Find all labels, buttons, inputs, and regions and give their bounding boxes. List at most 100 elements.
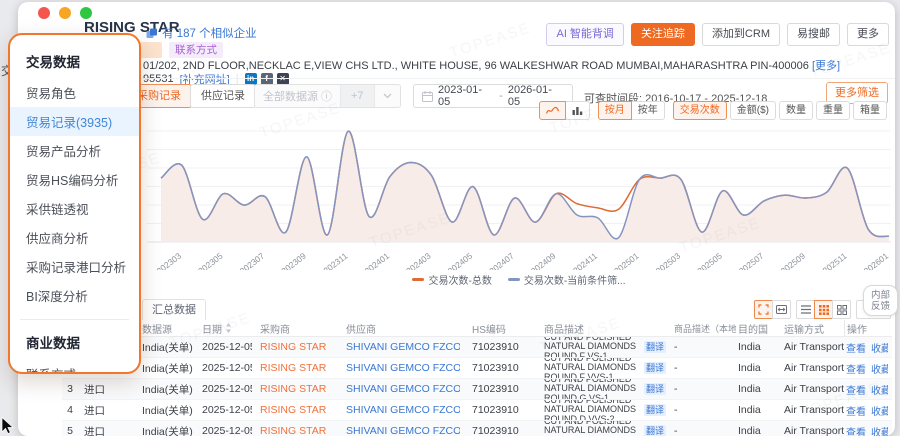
cell-desc: CUT AND POLISHED NATURAL DIAMONDS ROUND … — [538, 379, 666, 399]
svg-text:202507: 202507 — [737, 251, 766, 270]
sidebar-item-BI深度分析[interactable]: BI深度分析 — [10, 281, 139, 310]
cell-desc: CUT AND POLISHED NATURAL DIAMONDS ROUND … — [538, 358, 666, 378]
svg-text:202511: 202511 — [821, 251, 849, 270]
table-header-row: 数据源日期采购商供应商HS编码商品描述商品描述（本地语）目的国运输方式操作 — [62, 320, 892, 337]
table-row: 3进口India(关单)2025-12-05RISING STARSHIVANI… — [62, 379, 892, 400]
fit-width-icon[interactable] — [772, 300, 791, 319]
expand-view-icon[interactable] — [754, 300, 773, 319]
cell-buyer[interactable]: RISING STAR — [252, 400, 334, 420]
menu-section-title: 交易数据 — [10, 41, 139, 78]
chart-legend: 交易次数-总数 交易次数-当前条件筛... — [143, 272, 895, 287]
period-tab-按月[interactable]: 按月 — [598, 101, 632, 120]
window-controls — [38, 7, 92, 19]
view-link[interactable]: 查看 — [846, 340, 866, 355]
cell-num: 5 — [62, 421, 78, 436]
favorite-link[interactable]: 收藏 — [871, 340, 888, 355]
column-header-local: 商品描述（本地语） — [666, 320, 736, 336]
cell-supplier[interactable]: SHIVANI GEMCO FZCO — [334, 421, 460, 436]
view-link[interactable]: 查看 — [846, 403, 866, 418]
cell-hs: 71023910 — [460, 379, 538, 399]
header-action-AI 智能背调[interactable]: AI 智能背调 — [546, 23, 623, 46]
cell-source: India(关单) — [134, 421, 196, 436]
cell-local: - — [666, 358, 736, 378]
trend-chart: 2023032023052023072023092023112024012024… — [143, 118, 895, 270]
header-action-更多[interactable]: 更多 — [847, 23, 889, 46]
favorite-link[interactable]: 收藏 — [871, 424, 888, 436]
watermark-text: TOPEASE — [447, 19, 533, 61]
metric-tab-交易次数[interactable]: 交易次数 — [673, 101, 727, 120]
tab-supply-records[interactable]: 供应记录 — [190, 84, 256, 108]
sidebar-item-贸易记录(3935)[interactable]: 贸易记录(3935) — [10, 107, 139, 136]
cell-buyer[interactable]: RISING STAR — [252, 379, 334, 399]
list-view-icon[interactable] — [796, 300, 815, 319]
translate-link[interactable]: 翻译 — [644, 341, 666, 353]
header-action-易搜邮[interactable]: 易搜邮 — [787, 23, 840, 46]
favorite-link[interactable]: 收藏 — [871, 382, 888, 397]
cell-transport: Air Transport — [780, 400, 844, 420]
table-row: 5进口India(关单)2025-12-05RISING STARSHIVANI… — [62, 421, 892, 436]
similar-companies-link[interactable]: 有 187 个相似企业 — [146, 25, 257, 41]
cell-buyer[interactable]: RISING STAR — [252, 358, 334, 378]
cell-desc: CUT AND POLISHED NATURAL DIAMONDS ROUND … — [538, 337, 666, 357]
column-header-desc: 商品描述 — [538, 320, 666, 336]
favorite-link[interactable]: 收藏 — [871, 361, 888, 376]
view-link[interactable]: 查看 — [846, 424, 866, 436]
header-action-关注追踪[interactable]: 关注追踪 — [631, 23, 695, 46]
cell-date: 2025-12-05 — [196, 400, 252, 420]
internal-feedback-badge[interactable]: 内部 反馈 — [863, 285, 898, 316]
cell-dest: India — [736, 421, 780, 436]
translate-link[interactable]: 翻译 — [644, 362, 666, 374]
cell-type: 进口 — [78, 421, 134, 436]
sidebar-item-采购记录港口分析[interactable]: 采购记录港口分析 — [10, 252, 139, 281]
cell-supplier[interactable]: SHIVANI GEMCO FZCO — [334, 400, 460, 420]
cell-num: 4 — [62, 400, 78, 420]
sidebar-item-供应商分析[interactable]: 供应商分析 — [10, 223, 139, 252]
dense-grid-view-icon[interactable] — [814, 300, 833, 319]
translate-link[interactable]: 翻译 — [644, 425, 666, 436]
cell-local: - — [666, 421, 736, 436]
sidebar-item-采供链透视[interactable]: 采供链透视 — [10, 194, 139, 223]
column-header-supplier: 供应商 — [334, 320, 460, 336]
datasource-select[interactable]: 全部数据源ⓘ +7 — [254, 84, 401, 108]
mouse-cursor — [1, 417, 15, 435]
cell-buyer[interactable]: RISING STAR — [252, 421, 334, 436]
close-window-icon[interactable] — [38, 7, 50, 19]
cell-source: India(关单) — [134, 358, 196, 378]
cell-buyer[interactable]: RISING STAR — [252, 337, 334, 357]
sidebar-item-联系方式[interactable]: 联系方式 — [10, 359, 139, 374]
company-tags: 联系方式 — [136, 42, 223, 58]
favorite-link[interactable]: 收藏 — [871, 403, 888, 418]
cell-dest: India — [736, 379, 780, 399]
menu-divider — [20, 319, 129, 320]
header-divider — [18, 78, 895, 79]
sidebar-item-贸易产品分析[interactable]: 贸易产品分析 — [10, 136, 139, 165]
minimize-window-icon[interactable] — [59, 7, 71, 19]
cell-type: 进口 — [78, 400, 134, 420]
cell-local: - — [666, 400, 736, 420]
legend-item[interactable]: 交易次数-当前条件筛... — [508, 272, 626, 287]
sidebar-item-贸易角色[interactable]: 贸易角色 — [10, 78, 139, 107]
header-action-添加到CRM[interactable]: 添加到CRM — [702, 23, 780, 46]
line-chart-icon[interactable] — [539, 101, 566, 120]
address-more-link[interactable]: [更多] — [812, 60, 840, 72]
translate-link[interactable]: 翻译 — [644, 383, 666, 395]
tab-summary-data[interactable]: 汇总数据 — [142, 299, 206, 321]
app-window: TOPEASETOPEASETOPEASETOPEASETOPEASETOPEA… — [18, 2, 895, 436]
cell-supplier[interactable]: SHIVANI GEMCO FZCO — [334, 379, 460, 399]
cell-num: 3 — [62, 379, 78, 399]
legend-item[interactable]: 交易次数-总数 — [412, 272, 491, 287]
cell-supplier[interactable]: SHIVANI GEMCO FZCO — [334, 337, 460, 357]
cell-transport: Air Transport — [780, 421, 844, 436]
svg-text:202411: 202411 — [571, 251, 599, 270]
view-link[interactable]: 查看 — [846, 361, 866, 376]
menu-section-title: 商业数据 — [10, 322, 139, 359]
sidebar-item-贸易HS编码分析[interactable]: 贸易HS编码分析 — [10, 165, 139, 194]
table-row: 2进口India(关单)2025-12-05RISING STARSHIVANI… — [62, 358, 892, 379]
maximize-window-icon[interactable] — [80, 7, 92, 19]
translate-link[interactable]: 翻译 — [644, 404, 666, 416]
cell-local: - — [666, 379, 736, 399]
cell-supplier[interactable]: SHIVANI GEMCO FZCO — [334, 358, 460, 378]
card-grid-view-icon[interactable] — [832, 300, 851, 319]
view-link[interactable]: 查看 — [846, 382, 866, 397]
column-header-date[interactable]: 日期 — [196, 320, 252, 336]
